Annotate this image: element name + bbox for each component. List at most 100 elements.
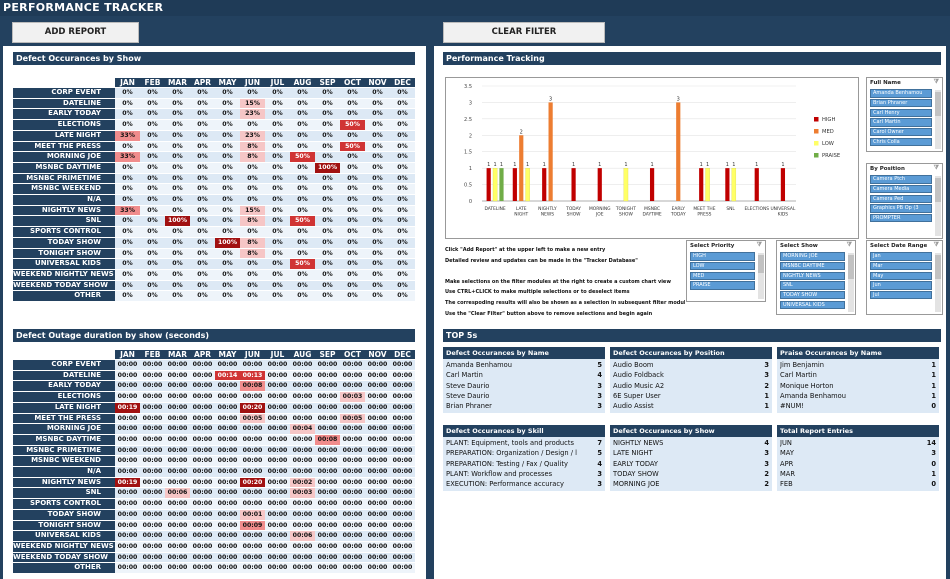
slicer-item[interactable]: NIGHTLY NEWS	[780, 271, 845, 281]
heat-cell: 0%	[190, 173, 215, 184]
clear-filter-button[interactable]: CLEAR FILTER	[443, 22, 605, 43]
occurrences-section-title: Defect Occurances by Show	[13, 52, 415, 65]
slicer-item[interactable]: SNL	[780, 281, 845, 290]
row-label: WEEKEND TODAY SHOW	[13, 552, 115, 563]
item-count: 0	[931, 480, 936, 489]
slicer-item[interactable]: PROMPTER	[870, 213, 932, 223]
heat-cell: 00:00	[240, 445, 265, 456]
slicer-item[interactable]: HIGH	[690, 252, 755, 261]
heat-cell: 0%	[390, 141, 415, 152]
slicer-item[interactable]: Camera Ped	[870, 194, 932, 204]
heat-cell: 00:00	[365, 360, 390, 370]
heat-cell: 00:00	[165, 509, 190, 520]
slicer-item[interactable]: Carl Henry	[870, 108, 932, 118]
clear-filter-icon[interactable]: ⧩	[757, 242, 762, 248]
heat-cell: 0%	[390, 162, 415, 173]
slicer-by-position[interactable]: By Position ⧩ Camera Ptch Camera Media Camer…	[866, 163, 943, 239]
slicer-scrollbar[interactable]	[935, 253, 941, 312]
heat-cell: 00:00	[140, 392, 165, 402]
heat-cell: 00:00	[290, 563, 315, 574]
table-row: ELECTIONS 00:00 00:00 00:00 00:00 00:00 00:00 0…	[13, 392, 415, 402]
heat-cell: 0%	[315, 141, 340, 152]
slicer-full-name[interactable]: Full Name ⧩ Amanda Benhamou Brian Phraner Ca…	[866, 77, 943, 152]
slicer-item[interactable]: Carol Owner	[870, 127, 932, 137]
slicer-item[interactable]: UNIVERSAL KIDS	[780, 300, 845, 310]
row-label: TODAY SHOW	[13, 237, 115, 248]
slicer-item[interactable]: TODAY SHOW	[780, 290, 845, 300]
slicer-priority[interactable]: Select Priority ⧩ HIGH LOW MED PRAISE	[686, 240, 766, 302]
heat-cell: 00:00	[140, 531, 165, 541]
clear-filter-icon[interactable]: ⧩	[847, 242, 852, 248]
slicer-show[interactable]: Select Show ⧩ MORNING JOE MSNBC DAYTIME NIGH…	[776, 240, 856, 315]
heat-cell: 00:00	[140, 402, 165, 413]
corner-blank	[13, 78, 115, 87]
heat-cell: 0%	[115, 216, 140, 227]
heat-cell: 00:00	[365, 424, 390, 434]
slicer-scrollbar[interactable]	[935, 90, 941, 149]
heat-cell: 00:08	[240, 381, 265, 392]
item-count: 2	[764, 381, 769, 390]
clear-filter-icon[interactable]: ⧩	[934, 242, 939, 248]
list-item: Jim Benjamin 1	[780, 360, 936, 370]
add-report-button[interactable]: ADD REPORT	[12, 22, 139, 43]
slicer-item[interactable]: MED	[690, 271, 755, 281]
heat-cell: 00:00	[340, 520, 365, 531]
heat-cell: 00:02	[290, 477, 315, 488]
heat-cell: 0%	[190, 237, 215, 248]
heat-cell: 0%	[265, 88, 290, 98]
slicer-scrollbar[interactable]	[848, 253, 854, 312]
top5-box-title: Defect Occurances by Position	[610, 347, 772, 359]
slicer-item[interactable]: May	[870, 271, 932, 281]
heat-cell: 0%	[315, 248, 340, 259]
slicer-item[interactable]: Jan	[870, 252, 932, 261]
heat-cell: 00:00	[140, 552, 165, 563]
heat-cell: 00:00	[390, 456, 415, 467]
left-edge	[0, 46, 3, 579]
slicer-item[interactable]: Jul	[870, 290, 932, 300]
heat-cell: 00:00	[265, 520, 290, 531]
heat-cell: 00:00	[365, 499, 390, 509]
heat-cell: 0%	[190, 205, 215, 216]
heat-cell: 00:00	[165, 531, 190, 541]
slicer-item[interactable]: Chris Colla	[870, 137, 932, 147]
row-label: EARLY TODAY	[13, 109, 115, 120]
heat-cell: 0%	[290, 130, 315, 141]
legend-swatch	[814, 129, 819, 134]
slicer-date-range[interactable]: Select Date Range ⧩ Jan Mar May Jun Jul	[866, 240, 943, 315]
slicer-item[interactable]: Jun	[870, 281, 932, 290]
heat-cell: 00:00	[190, 445, 215, 456]
heat-cell: 00:00	[390, 520, 415, 531]
slicer-scrollbar[interactable]	[935, 176, 941, 236]
heat-cell: 00:00	[115, 381, 140, 392]
slicer-item[interactable]: Graphics PB Op (3	[870, 204, 932, 213]
heat-cell: 0%	[265, 120, 290, 130]
slicer-item[interactable]: Brian Phraner	[870, 98, 932, 108]
heat-cell: 0%	[340, 173, 365, 184]
slicer-scrollbar[interactable]	[758, 253, 764, 299]
slicer-item[interactable]: Camera Ptch	[870, 175, 932, 184]
list-item: PLANT: Equipment, tools and products 7	[446, 438, 602, 448]
slicer-item[interactable]: Carl Martin	[870, 118, 932, 127]
slicer-item[interactable]: LOW	[690, 261, 755, 271]
heat-cell: 0%	[365, 130, 390, 141]
clear-filter-icon[interactable]: ⧩	[934, 165, 939, 171]
heat-cell: 0%	[290, 280, 315, 291]
slicer-item[interactable]: Mar	[870, 261, 932, 271]
slicer-item[interactable]: PRAISE	[690, 281, 755, 290]
heat-cell: 0%	[365, 120, 390, 130]
clear-filter-icon[interactable]: ⧩	[934, 79, 939, 85]
list-item: NIGHTLY NEWS 4	[613, 438, 769, 448]
heat-cell: 15%	[240, 98, 265, 109]
heat-cell: 0%	[240, 120, 265, 130]
slicer-item[interactable]: MSNBC DAYTIME	[780, 261, 845, 271]
list-item: Amanda Benhamou 1	[780, 391, 936, 401]
heat-cell: 00:00	[265, 434, 290, 445]
slicer-item[interactable]: Amanda Benhamou	[870, 89, 932, 98]
heat-cell: 0%	[215, 88, 240, 98]
slicer-item[interactable]: MORNING JOE	[780, 252, 845, 261]
heat-cell: 0%	[365, 269, 390, 280]
list-item: JUN 14	[780, 438, 936, 448]
slicer-item[interactable]: Camera Media	[870, 184, 932, 194]
heat-cell: 00:00	[290, 552, 315, 563]
heat-cell: 0%	[140, 205, 165, 216]
